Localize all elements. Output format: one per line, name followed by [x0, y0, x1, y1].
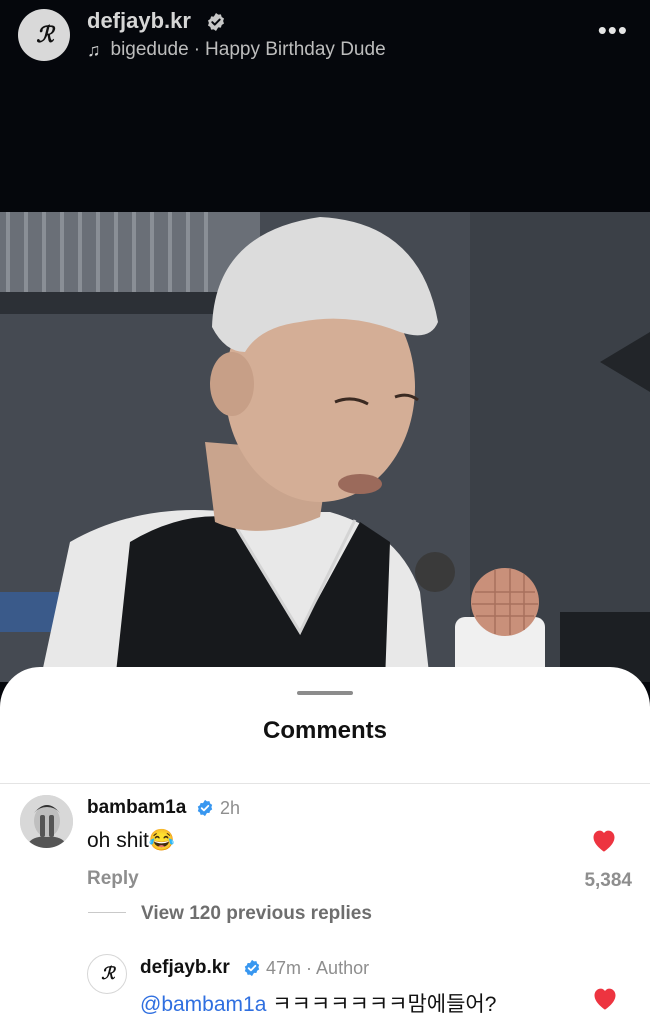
reply-meta: 47m · Author — [266, 958, 369, 979]
reply-username[interactable]: defjayb.kr — [140, 957, 230, 979]
post-header: ℛ defjayb.kr ♫ bigedude · Happy Birthday… — [0, 0, 650, 212]
view-previous-replies-button[interactable]: View 120 previous replies — [141, 903, 372, 925]
comment-text: oh shit😂 — [87, 829, 176, 852]
verified-icon — [244, 959, 260, 977]
music-note-icon: ♫ — [87, 39, 101, 60]
music-artist: bigedude — [110, 39, 189, 60]
divider — [0, 783, 650, 784]
reply-time: 47m — [266, 958, 302, 978]
more-horizontal-icon[interactable]: ••• — [598, 17, 628, 43]
account-logo-icon: ℛ — [36, 22, 54, 48]
account-avatar[interactable]: ℛ — [18, 9, 70, 61]
account-logo-icon: ℛ — [101, 964, 115, 984]
comment-username[interactable]: bambam1a — [87, 797, 186, 819]
verified-icon — [208, 13, 224, 31]
commenter-photo — [20, 795, 73, 848]
commenter-avatar[interactable] — [20, 795, 73, 848]
comments-title: Comments — [262, 717, 388, 744]
reply-body: ㅋㅋㅋㅋㅋㅋㅋ맘에들어? — [266, 993, 497, 1016]
like-count[interactable]: 5,384 — [584, 870, 632, 892]
reply-separator: · — [306, 958, 313, 978]
sheet-grabber[interactable] — [297, 691, 353, 695]
music-song: Happy Birthday Dude — [205, 39, 386, 60]
verified-icon — [197, 799, 213, 817]
replies-line — [88, 912, 126, 913]
reply-mention[interactable]: @bambam1a — [140, 993, 266, 1016]
author-badge: Author — [316, 958, 370, 978]
account-username[interactable]: defjayb.kr — [87, 8, 191, 34]
video-still-image — [0, 212, 650, 682]
music-separator: · — [193, 39, 201, 60]
reply-button[interactable]: Reply — [87, 868, 139, 890]
music-track[interactable]: ♫ bigedude · Happy Birthday Dude — [87, 39, 386, 61]
reply-avatar[interactable]: ℛ — [87, 954, 127, 994]
heart-filled-icon[interactable] — [590, 827, 618, 853]
reply-text: @bambam1a ㅋㅋㅋㅋㅋㅋㅋ맘에들어? — [140, 988, 496, 1018]
heart-filled-icon[interactable] — [591, 985, 619, 1011]
comments-sheet: Comments bambam1a 2h oh shit😂 Reply 5,38… — [0, 667, 650, 1024]
video-frame[interactable] — [0, 212, 650, 682]
comment-time: 2h — [220, 798, 241, 818]
